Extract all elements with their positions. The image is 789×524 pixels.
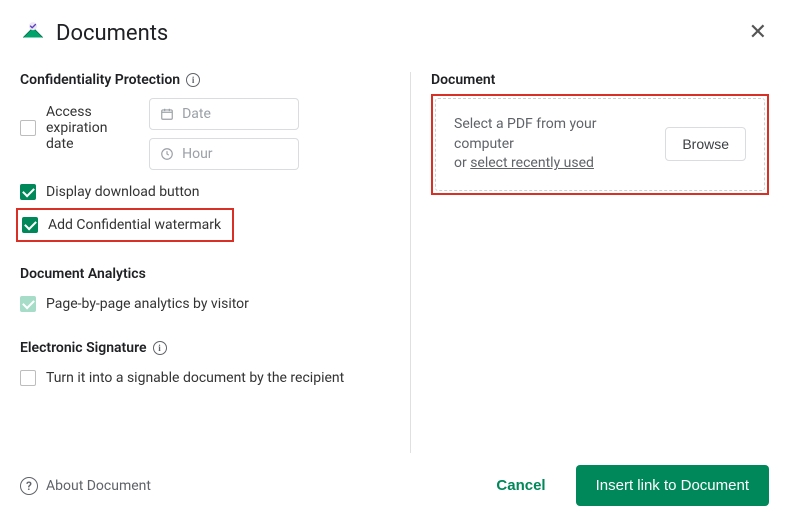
about-document-link[interactable]: ? About Document (20, 477, 151, 495)
cancel-button[interactable]: Cancel (484, 469, 557, 502)
add-watermark-checkbox[interactable] (22, 217, 38, 233)
page-title: Documents (56, 21, 168, 46)
access-expiration-label: Access expiration date (46, 104, 129, 152)
section-signature-title: Electronic Signature (20, 340, 147, 356)
clock-icon (160, 147, 174, 161)
section-analytics-title: Document Analytics (20, 266, 146, 282)
info-icon[interactable]: i (153, 341, 167, 355)
info-icon[interactable]: i (186, 73, 200, 87)
close-icon[interactable]: ✕ (747, 20, 769, 46)
select-recently-used-link[interactable]: select recently used (470, 155, 594, 171)
signable-checkbox[interactable] (20, 370, 36, 386)
access-expiration-checkbox[interactable] (20, 120, 36, 136)
display-download-checkbox[interactable] (20, 184, 36, 200)
browse-button[interactable]: Browse (665, 127, 746, 161)
document-prompt-line1: Select a PDF from your computer (454, 115, 651, 154)
hour-input[interactable]: Hour (149, 138, 299, 170)
date-input[interactable]: Date (149, 98, 299, 130)
page-analytics-checkbox (20, 296, 36, 312)
help-icon: ? (20, 477, 38, 495)
add-watermark-label: Add Confidential watermark (48, 217, 221, 233)
section-document-title: Document (431, 72, 769, 88)
signable-label: Turn it into a signable document by the … (46, 370, 344, 386)
hour-placeholder: Hour (182, 146, 212, 162)
document-dropzone[interactable]: Select a PDF from your computer or selec… (435, 98, 765, 191)
document-prompt-or: or (454, 155, 470, 171)
calendar-icon (160, 107, 174, 121)
display-download-label: Display download button (46, 184, 200, 200)
section-confidentiality-title: Confidentiality Protection (20, 72, 180, 88)
document-dropzone-highlight: Select a PDF from your computer or selec… (431, 94, 769, 195)
page-analytics-label: Page-by-page analytics by visitor (46, 296, 249, 312)
date-placeholder: Date (182, 106, 211, 122)
app-logo-icon (20, 18, 46, 48)
insert-link-button[interactable]: Insert link to Document (576, 465, 769, 506)
about-document-label: About Document (46, 478, 151, 494)
